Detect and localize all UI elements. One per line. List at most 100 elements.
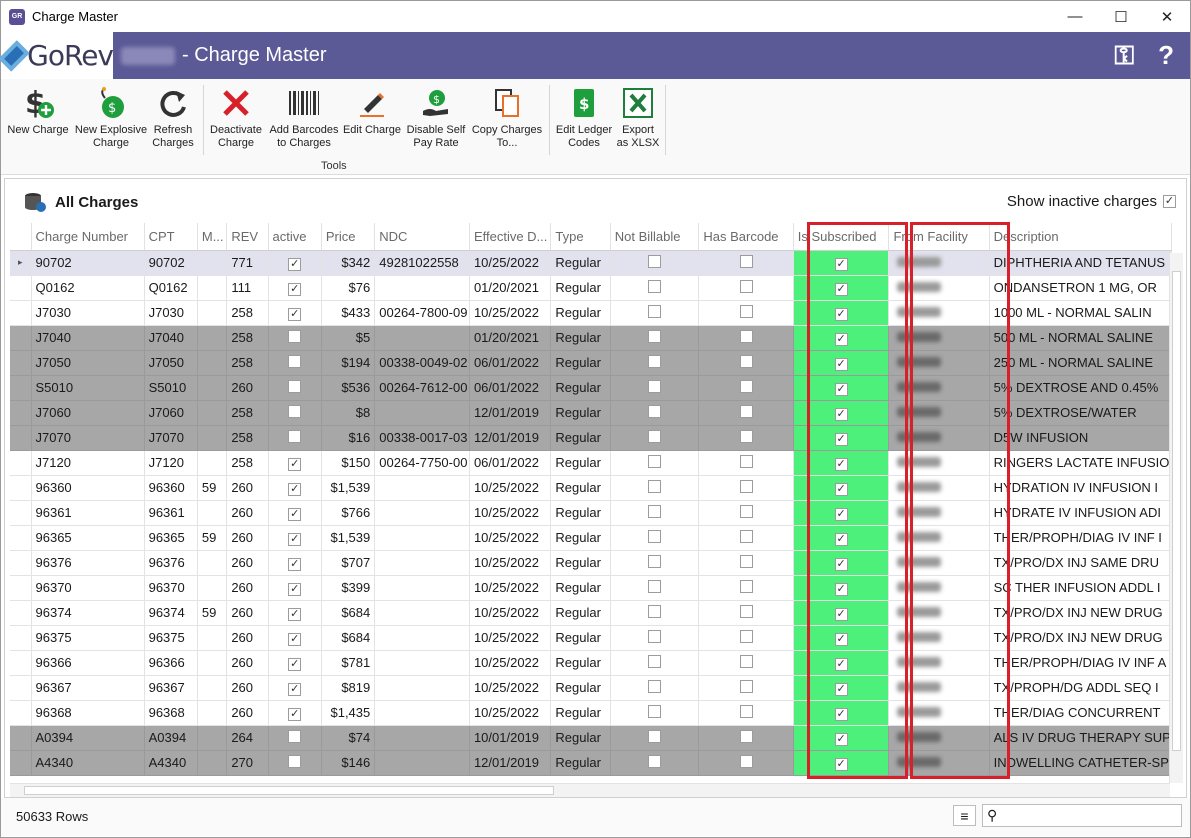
- not-billable-checkbox[interactable]: [648, 279, 662, 293]
- row-indicator[interactable]: [10, 550, 32, 576]
- cell-has-barcode[interactable]: [698, 625, 794, 651]
- active-checkbox[interactable]: ✓: [288, 532, 302, 546]
- cell-has-barcode[interactable]: [698, 350, 794, 376]
- new-explosive-charge-button[interactable]: $ New Explosive Charge: [73, 85, 149, 150]
- cell-has-barcode[interactable]: [698, 300, 794, 326]
- has-barcode-checkbox[interactable]: [739, 754, 753, 768]
- cell-has-barcode[interactable]: [698, 700, 794, 726]
- has-barcode-checkbox[interactable]: [739, 304, 753, 318]
- has-barcode-checkbox[interactable]: [739, 629, 753, 643]
- not-billable-checkbox[interactable]: [648, 504, 662, 518]
- cell-not-billable[interactable]: [610, 300, 700, 326]
- has-barcode-checkbox[interactable]: [739, 654, 753, 668]
- col-header-price[interactable]: Price: [321, 223, 376, 251]
- active-checkbox[interactable]: ✓: [288, 307, 302, 321]
- vertical-scrollbar[interactable]: [1169, 253, 1183, 783]
- not-billable-checkbox[interactable]: [648, 254, 662, 268]
- cell-not-billable[interactable]: [610, 500, 700, 526]
- not-billable-checkbox[interactable]: [648, 354, 662, 368]
- row-indicator[interactable]: [10, 525, 32, 551]
- active-checkbox[interactable]: ✓: [288, 632, 302, 646]
- row-indicator[interactable]: [10, 750, 32, 776]
- not-billable-checkbox[interactable]: [648, 754, 662, 768]
- not-billable-checkbox[interactable]: [648, 529, 662, 543]
- cell-active[interactable]: ✓: [268, 550, 322, 576]
- not-billable-checkbox[interactable]: [648, 454, 662, 468]
- show-inactive-checkbox[interactable]: ✓: [1163, 195, 1176, 208]
- cell-active[interactable]: ✓: [268, 575, 322, 601]
- cell-not-billable[interactable]: [610, 450, 700, 476]
- row-indicator[interactable]: [10, 475, 32, 501]
- cell-not-billable[interactable]: [610, 600, 700, 626]
- cell-not-billable[interactable]: [610, 275, 700, 301]
- active-checkbox[interactable]: ✓: [288, 607, 302, 621]
- cell-active[interactable]: ✓: [268, 500, 322, 526]
- not-billable-checkbox[interactable]: [648, 579, 662, 593]
- active-checkbox[interactable]: [288, 329, 302, 343]
- copy-charges-button[interactable]: Copy Charges To...: [471, 85, 543, 150]
- not-billable-checkbox[interactable]: [648, 679, 662, 693]
- refresh-charges-button[interactable]: Refresh Charges: [151, 85, 195, 150]
- cell-active[interactable]: ✓: [268, 675, 322, 701]
- active-checkbox[interactable]: [288, 354, 302, 368]
- col-header-cpt[interactable]: CPT: [144, 223, 198, 251]
- maximize-button[interactable]: ☐: [1098, 1, 1144, 32]
- row-indicator[interactable]: [10, 400, 32, 426]
- cell-not-billable[interactable]: [610, 400, 700, 426]
- active-checkbox[interactable]: ✓: [288, 457, 302, 471]
- cell-has-barcode[interactable]: [698, 400, 794, 426]
- col-header-has-barcode[interactable]: Has Barcode: [698, 223, 794, 251]
- has-barcode-checkbox[interactable]: [739, 279, 753, 293]
- cell-active[interactable]: [268, 375, 322, 401]
- not-billable-checkbox[interactable]: [648, 554, 662, 568]
- vertical-scroll-thumb[interactable]: [1172, 271, 1181, 751]
- keys-icon[interactable]: ⚿: [1114, 40, 1134, 72]
- cell-has-barcode[interactable]: [698, 600, 794, 626]
- has-barcode-checkbox[interactable]: [739, 379, 753, 393]
- search-input[interactable]: [1007, 807, 1177, 824]
- cell-not-billable[interactable]: [610, 475, 700, 501]
- cell-active[interactable]: ✓: [268, 525, 322, 551]
- col-header-charge-number[interactable]: Charge Number: [31, 223, 145, 251]
- active-checkbox[interactable]: ✓: [288, 282, 302, 296]
- has-barcode-checkbox[interactable]: [739, 604, 753, 618]
- col-header-not-billable[interactable]: Not Billable: [610, 223, 700, 251]
- grid-search-box[interactable]: ⚲: [982, 804, 1182, 827]
- active-checkbox[interactable]: [288, 429, 302, 443]
- cell-not-billable[interactable]: [610, 550, 700, 576]
- has-barcode-checkbox[interactable]: [739, 429, 753, 443]
- cell-not-billable[interactable]: [610, 375, 700, 401]
- cell-not-billable[interactable]: [610, 325, 700, 351]
- not-billable-checkbox[interactable]: [648, 329, 662, 343]
- horizontal-scroll-thumb[interactable]: [24, 786, 554, 795]
- has-barcode-checkbox[interactable]: [739, 404, 753, 418]
- has-barcode-checkbox[interactable]: [739, 454, 753, 468]
- has-barcode-checkbox[interactable]: [739, 479, 753, 493]
- cell-not-billable[interactable]: [610, 575, 700, 601]
- row-indicator[interactable]: [10, 700, 32, 726]
- cell-has-barcode[interactable]: [698, 525, 794, 551]
- cell-has-barcode[interactable]: [698, 575, 794, 601]
- not-billable-checkbox[interactable]: [648, 654, 662, 668]
- not-billable-checkbox[interactable]: [648, 304, 662, 318]
- cell-active[interactable]: [268, 400, 322, 426]
- cell-has-barcode[interactable]: [698, 275, 794, 301]
- cell-has-barcode[interactable]: [698, 550, 794, 576]
- cell-not-billable[interactable]: [610, 700, 700, 726]
- has-barcode-checkbox[interactable]: [739, 529, 753, 543]
- row-indicator[interactable]: [10, 600, 32, 626]
- row-indicator[interactable]: [10, 350, 32, 376]
- cell-not-billable[interactable]: [610, 250, 700, 276]
- cell-active[interactable]: ✓: [268, 600, 322, 626]
- cell-not-billable[interactable]: [610, 525, 700, 551]
- cell-not-billable[interactable]: [610, 750, 700, 776]
- cell-active[interactable]: ✓: [268, 450, 322, 476]
- active-checkbox[interactable]: ✓: [288, 682, 302, 696]
- col-header-ndc[interactable]: NDC: [374, 223, 470, 251]
- edit-charge-button[interactable]: Edit Charge: [342, 85, 402, 137]
- active-checkbox[interactable]: ✓: [288, 657, 302, 671]
- not-billable-checkbox[interactable]: [648, 429, 662, 443]
- row-indicator[interactable]: [10, 300, 32, 326]
- cell-not-billable[interactable]: [610, 425, 700, 451]
- cell-active[interactable]: ✓: [268, 250, 322, 276]
